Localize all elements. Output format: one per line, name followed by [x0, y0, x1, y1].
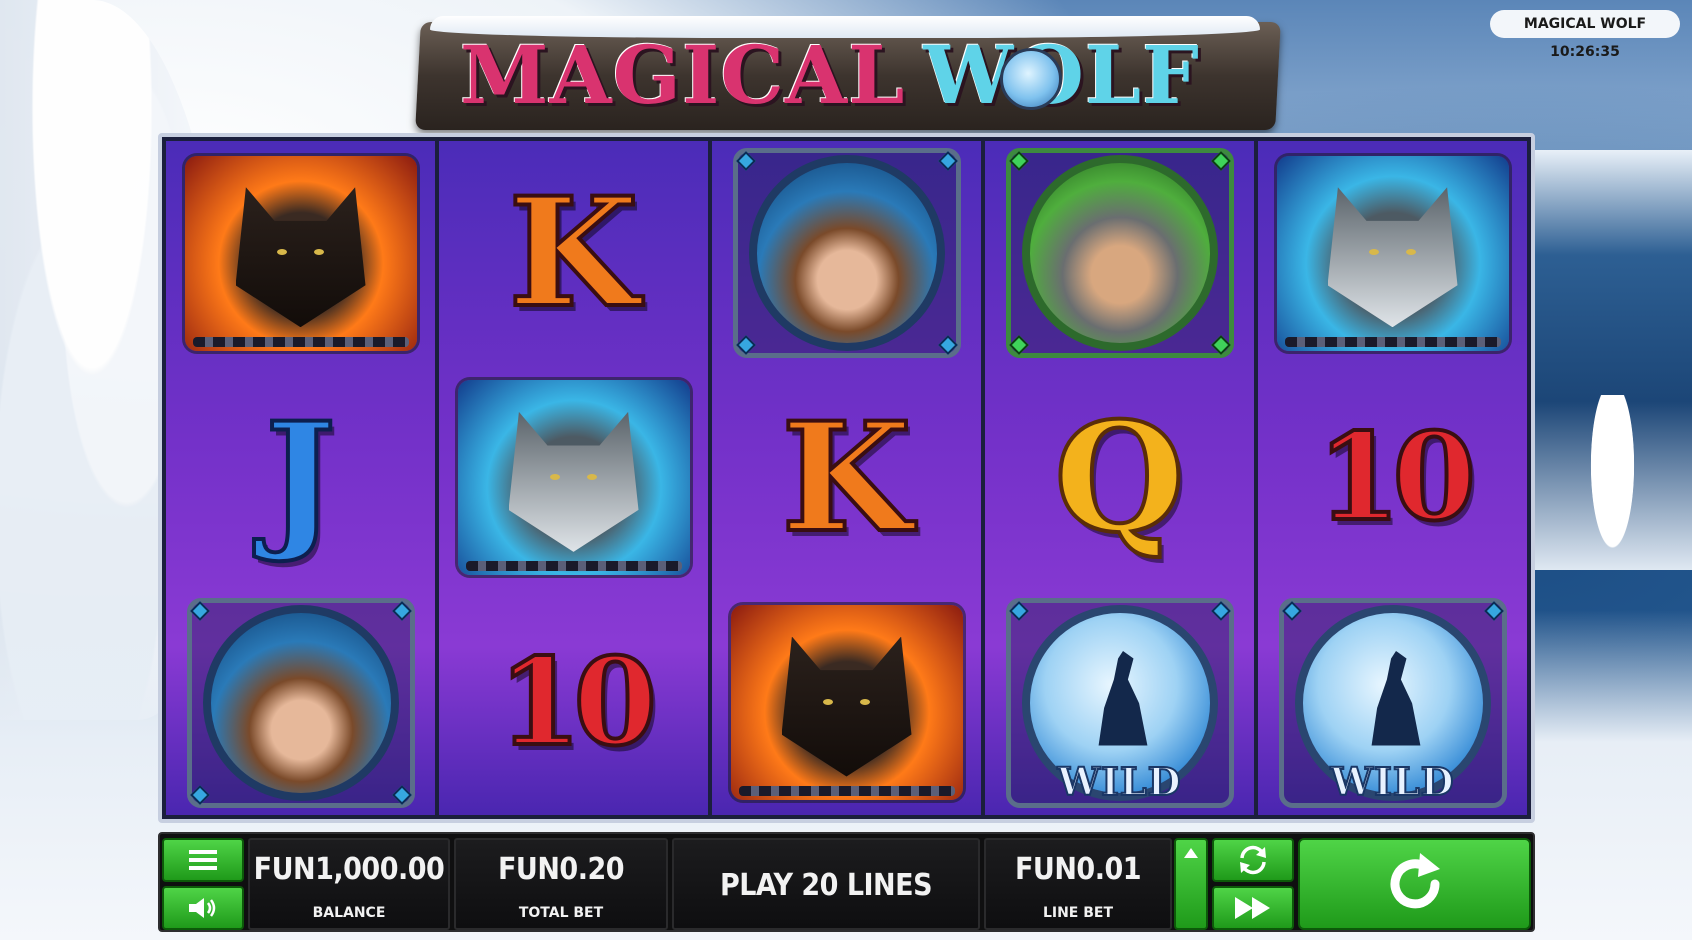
menu-icon	[189, 850, 217, 870]
autoplay-icon	[1240, 845, 1266, 875]
symbol-j: J	[176, 370, 426, 585]
game-logo: MAGICALWOLF	[460, 30, 1200, 120]
line-bet-increase-button[interactable]	[1174, 838, 1208, 930]
symbol-woman	[176, 595, 426, 810]
wild-label: WILD	[1329, 758, 1455, 805]
play-lines-panel[interactable]: PLAY 20 LINES	[672, 838, 980, 930]
letter-q: Q	[1052, 389, 1187, 566]
spin-icon	[1390, 853, 1440, 909]
arrow-up-icon	[1184, 848, 1198, 858]
letter-k: K	[506, 165, 640, 342]
symbol-woman	[722, 146, 972, 361]
logo-word-magical: MAGICAL	[460, 28, 906, 122]
symbol-man	[995, 146, 1245, 361]
spin-button[interactable]	[1298, 838, 1531, 930]
fast-forward-icon	[1235, 897, 1270, 919]
balance-panel: FUN1,000.00 BALANCE	[248, 838, 450, 930]
wild-moon-icon: WILD	[1278, 597, 1507, 808]
woman-portrait-icon	[732, 148, 961, 359]
menu-button[interactable]	[162, 838, 244, 882]
reels-frame: J K 10 K Q WILD 10 WILD	[158, 133, 1535, 823]
game-clock: MAGICAL WOLF 10:26:35	[1490, 10, 1680, 60]
total-bet-value: FUN0.20	[497, 852, 625, 887]
letter-j: J	[263, 389, 338, 566]
symbol-k: K	[449, 146, 699, 361]
symbol-wild: WILD	[995, 595, 1245, 810]
balance-value: FUN1,000.00	[253, 852, 445, 887]
symbol-wolf-grey	[1268, 146, 1518, 361]
speaker-icon	[189, 898, 216, 918]
letter-k: K	[779, 389, 913, 566]
play-lines-value: PLAY 20 LINES	[719, 868, 933, 903]
reel-1: J	[166, 141, 435, 815]
line-bet-label: LINE BET	[1042, 905, 1114, 921]
letter-ten: 10	[496, 631, 659, 773]
grey-wolf-icon	[1276, 155, 1509, 351]
woman-portrait-icon	[186, 597, 415, 808]
snowy-tree-right	[1585, 395, 1640, 570]
control-bar: FUN1,000.00 BALANCE FUN0.20 TOTAL BET PL…	[158, 832, 1535, 932]
black-wolf-icon	[730, 605, 963, 801]
line-bet-value: FUN0.01	[1014, 852, 1142, 887]
symbol-wolf-black	[722, 595, 972, 810]
logo-moon-icon	[1000, 48, 1062, 110]
man-portrait-icon	[1005, 148, 1234, 359]
reel-5: 10 WILD	[1258, 141, 1527, 815]
symbol-wild: WILD	[1268, 595, 1518, 810]
symbol-wolf-grey	[449, 370, 699, 585]
symbol-k: K	[722, 370, 972, 585]
autoplay-button[interactable]	[1212, 838, 1294, 882]
total-bet-panel: FUN0.20 TOTAL BET	[454, 838, 668, 930]
line-bet-panel: FUN0.01 LINE BET	[984, 838, 1172, 930]
wild-label: WILD	[1056, 758, 1182, 805]
sound-button[interactable]	[162, 886, 244, 930]
symbol-ten: 10	[1268, 370, 1518, 585]
black-wolf-icon	[184, 155, 417, 351]
total-bet-label: TOTAL BET	[518, 905, 604, 921]
letter-ten: 10	[1315, 406, 1478, 548]
grey-wolf-icon	[457, 380, 690, 576]
reel-2: K 10	[439, 141, 708, 815]
symbol-wolf-black	[176, 146, 426, 361]
reel-3: K	[712, 141, 981, 815]
symbol-q: Q	[995, 370, 1245, 585]
reel-4: Q WILD	[985, 141, 1254, 815]
fast-forward-button[interactable]	[1212, 886, 1294, 930]
wild-moon-icon: WILD	[1005, 597, 1234, 808]
symbol-ten: 10	[449, 595, 699, 810]
balance-label: BALANCE	[312, 905, 386, 921]
